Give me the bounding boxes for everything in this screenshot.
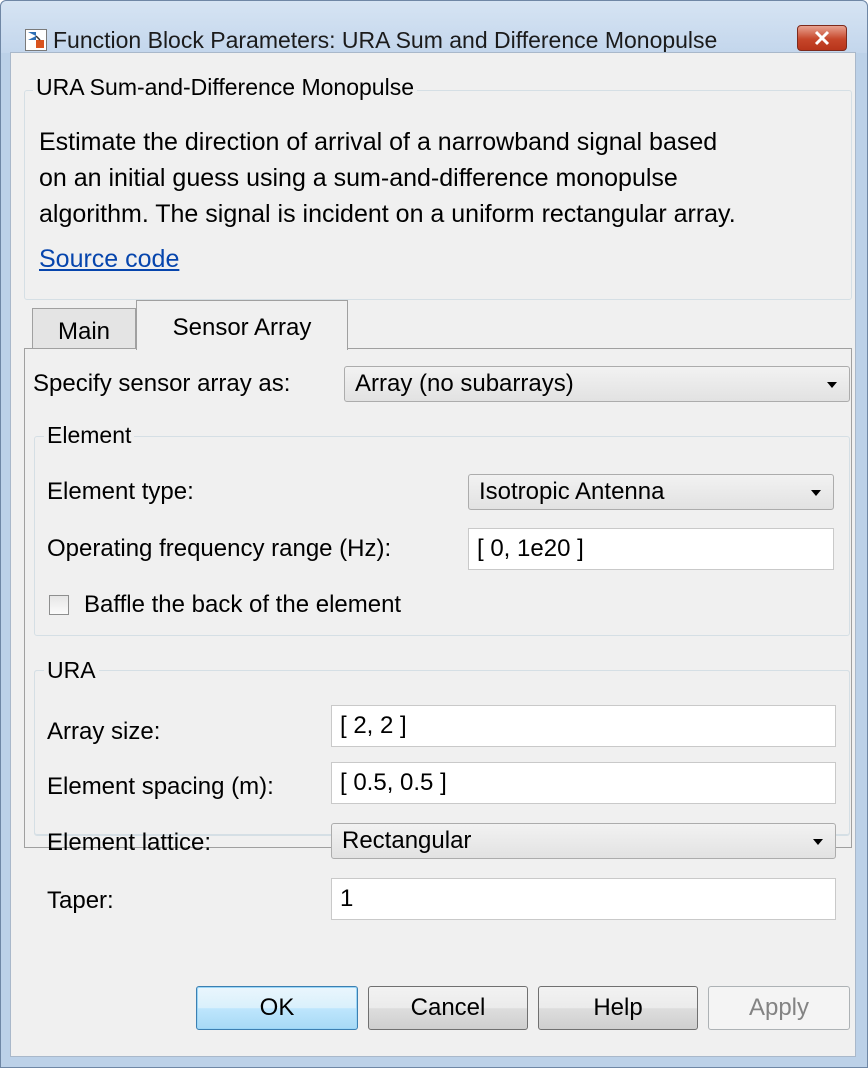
baffle-checkbox[interactable] — [49, 595, 69, 615]
frequency-range-label: Operating frequency range (Hz): — [47, 535, 392, 562]
ura-group-border — [34, 670, 850, 835]
baffle-label: Baffle the back of the element — [84, 591, 402, 618]
simulink-block-icon — [25, 29, 47, 51]
element-group-legend: Element — [44, 422, 135, 449]
taper-field[interactable]: 1 — [331, 878, 836, 920]
apply-button: Apply — [708, 986, 850, 1030]
element-type-value: Isotropic Antenna — [479, 478, 665, 505]
specify-array-label: Specify sensor array as: — [33, 370, 291, 397]
chevron-down-icon — [813, 839, 823, 845]
element-type-dropdown[interactable]: Isotropic Antenna — [468, 474, 834, 510]
ok-button[interactable]: OK — [196, 986, 358, 1030]
title-bar[interactable]: Function Block Parameters: URA Sum and D… — [1, 1, 867, 53]
ura-group-legend: URA — [44, 657, 99, 684]
cancel-button[interactable]: Cancel — [368, 986, 528, 1030]
element-spacing-field[interactable]: [ 0.5, 0.5 ] — [331, 762, 836, 804]
close-button[interactable] — [797, 25, 847, 51]
tab-sensor-array-label: Sensor Array — [172, 314, 312, 341]
element-lattice-value: Rectangular — [342, 827, 472, 854]
block-title: URA Sum-and-Difference Monopulse — [33, 74, 417, 101]
element-lattice-label: Element lattice: — [47, 829, 212, 856]
frequency-range-field[interactable]: [ 0, 1e20 ] — [468, 528, 834, 570]
tab-sensor-array[interactable]: Sensor Array — [136, 300, 348, 350]
specify-array-dropdown[interactable]: Array (no subarrays) — [344, 366, 850, 402]
help-button[interactable]: Help — [538, 986, 698, 1030]
chevron-down-icon — [827, 382, 837, 388]
description-line-1: Estimate the direction of arrival of a n… — [39, 128, 718, 156]
close-icon — [814, 30, 830, 46]
description-line-2: on an initial guess using a sum-and-diff… — [39, 164, 678, 192]
description-line-3: algorithm. The signal is incident on a u… — [39, 200, 736, 228]
element-type-label: Element type: — [47, 478, 194, 505]
specify-array-value: Array (no subarrays) — [355, 370, 574, 397]
array-size-field[interactable]: [ 2, 2 ] — [331, 705, 836, 747]
tab-main-label: Main — [57, 318, 111, 345]
chevron-down-icon — [811, 490, 821, 496]
window-title: Function Block Parameters: URA Sum and D… — [53, 27, 718, 53]
element-spacing-label: Element spacing (m): — [47, 773, 274, 800]
taper-label: Taper: — [47, 887, 114, 914]
source-code-link[interactable]: Source code — [39, 245, 179, 274]
element-lattice-dropdown[interactable]: Rectangular — [331, 823, 836, 859]
array-size-label: Array size: — [47, 718, 161, 745]
